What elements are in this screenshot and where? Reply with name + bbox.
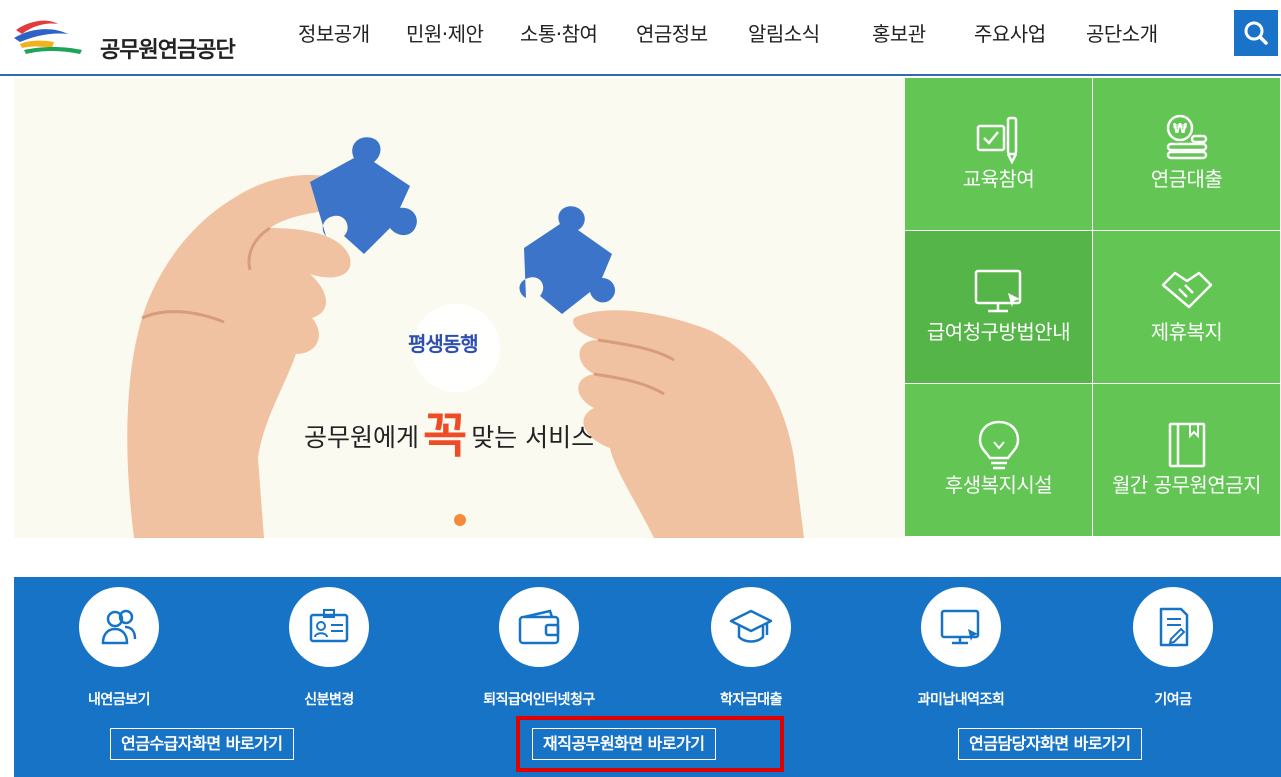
service-status-change[interactable]: 신분변경 <box>254 587 404 709</box>
service-label: 과미납내역조회 <box>917 692 1005 708</box>
quick-menu-pension-loan[interactable]: ₩ 연금대출 <box>1093 78 1280 230</box>
monitor-icon <box>974 269 1021 313</box>
nav-item-civil-petition[interactable]: 민원·제안 <box>406 18 484 47</box>
quick-menu-welfare-facilities[interactable]: 후생복지시설 <box>905 384 1092 536</box>
service-icon-circle <box>499 587 579 667</box>
book-icon <box>1168 422 1205 468</box>
services-bar: 내연금보기 신분변경 퇴직급여인터넷청구 학자금대출 과미납내역조회 기여금 연… <box>14 577 1281 777</box>
monitor-icon <box>940 609 980 645</box>
banner-headline: 공무원에게꼭 맞는 서비스 <box>304 396 594 466</box>
nav-item-news[interactable]: 알림소식 <box>748 18 820 47</box>
slide-indicator-dot[interactable] <box>454 514 466 526</box>
document-icon <box>1159 607 1189 647</box>
service-label: 신분변경 <box>304 692 354 708</box>
nav-item-main-business[interactable]: 주요사업 <box>974 18 1046 47</box>
logo-text: 공무원연금공단 <box>100 38 236 63</box>
service-tuition-loan[interactable]: 학자금대출 <box>676 587 826 709</box>
service-icon-circle <box>79 587 159 667</box>
nav-item-info-disclosure[interactable]: 정보공개 <box>298 18 370 47</box>
quick-menu-partner-welfare[interactable]: 제휴복지 <box>1093 231 1280 383</box>
nav-item-about[interactable]: 공단소개 <box>1086 18 1158 47</box>
service-my-pension[interactable]: 내연금보기 <box>44 587 194 709</box>
banner-headline-after: 맞는 서비스 <box>471 423 595 452</box>
service-retirement-claim[interactable]: 퇴직급여인터넷청구 <box>464 587 614 709</box>
quick-menu-education[interactable]: 교육참여 <box>905 78 1092 230</box>
banner-headline-before: 공무원에게 <box>304 423 420 452</box>
wallet-icon <box>518 609 560 645</box>
quick-menu-label: 제휴복지 <box>1150 320 1223 344</box>
quick-menu-label: 후생복지시설 <box>944 473 1053 497</box>
site-logo[interactable]: 공무원연금공단 <box>12 12 252 63</box>
quick-menu-label: 급여청구방법안내 <box>926 320 1071 344</box>
quick-menu-label: 연금대출 <box>1150 167 1223 191</box>
banner-headline-emphasis: 꼭 <box>423 408 468 464</box>
education-icon <box>976 116 1017 164</box>
nav-item-communication[interactable]: 소통·참여 <box>520 18 598 47</box>
service-icon-circle <box>711 587 791 667</box>
service-unpaid-history[interactable]: 과미납내역조회 <box>886 587 1036 709</box>
handshake-icon <box>1161 271 1212 309</box>
nav-item-pension-info[interactable]: 연금정보 <box>636 18 708 47</box>
employee-shortcut-button[interactable]: 재직공무원화면 바로가기 <box>532 728 716 760</box>
graduation-cap-icon <box>729 609 773 643</box>
search-button[interactable] <box>1234 10 1278 56</box>
service-icon-circle <box>289 587 369 667</box>
people-icon <box>101 609 137 645</box>
banner-badge: 평생동행 <box>408 332 479 356</box>
service-icon-circle <box>1133 587 1213 667</box>
svg-text:₩: ₩ <box>1172 122 1187 137</box>
quick-menu-monthly-magazine[interactable]: 월간 공무원연금지 <box>1093 384 1280 536</box>
header: 공무원연금공단 정보공개 민원·제안 소통·참여 연금정보 알림소식 홍보관 주… <box>0 0 1281 76</box>
quick-menu-label: 교육참여 <box>962 167 1035 191</box>
service-label: 내연금보기 <box>88 692 150 708</box>
service-icon-circle <box>921 587 1001 667</box>
pensioner-shortcut-button[interactable]: 연금수급자화면 바로가기 <box>110 728 294 760</box>
search-icon <box>1244 21 1268 45</box>
banner-illustration <box>127 137 804 538</box>
id-card-icon <box>309 609 349 643</box>
quick-menu-label: 월간 공무원연금지 <box>1111 473 1262 497</box>
loan-coins-icon: ₩ <box>1166 114 1207 160</box>
manager-shortcut-button[interactable]: 연금담당자화면 바로가기 <box>958 728 1142 760</box>
service-contribution[interactable]: 기여금 <box>1098 587 1248 709</box>
logo-icon <box>14 20 82 54</box>
nav-item-pr-hall[interactable]: 홍보관 <box>872 18 926 47</box>
service-label: 퇴직급여인터넷청구 <box>483 692 595 708</box>
quick-menu: 교육참여 ₩ 연금대출 급여청구방법안내 제휴복지 후생복지시설 월간 공무원연… <box>905 78 1281 538</box>
quick-menu-benefit-claim-guide[interactable]: 급여청구방법안내 <box>905 231 1092 383</box>
main-banner[interactable]: 평생동행 공무원에게꼭 맞는 서비스 <box>14 78 906 538</box>
service-label: 학자금대출 <box>720 692 782 708</box>
lightbulb-icon <box>978 420 1019 470</box>
service-label: 기여금 <box>1154 692 1192 708</box>
